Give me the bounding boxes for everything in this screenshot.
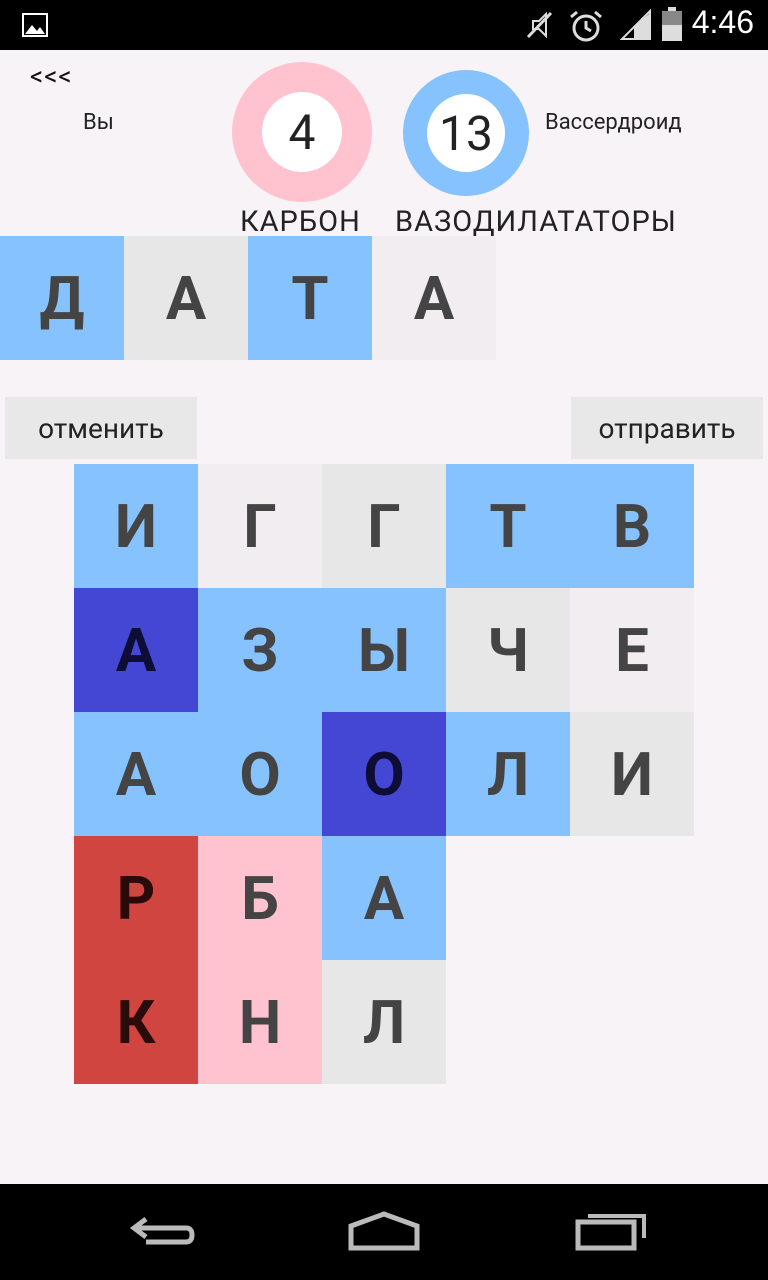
battery-icon xyxy=(662,7,682,41)
board-tile[interactable]: Л xyxy=(322,960,446,1084)
board-tile[interactable]: Г xyxy=(198,464,322,588)
player-score: 4 xyxy=(262,92,342,172)
board-tile[interactable]: И xyxy=(74,464,198,588)
opponent-score-ring: 13 xyxy=(403,70,529,196)
player-last-word: КАРБОН xyxy=(240,205,361,239)
board-tile[interactable]: З xyxy=(198,588,322,712)
player-name: Вы xyxy=(83,110,114,135)
board-tile[interactable]: Т xyxy=(446,464,570,588)
board-tile[interactable]: Е xyxy=(570,588,694,712)
board-tile[interactable]: Р xyxy=(74,836,198,960)
current-word-tile[interactable]: А xyxy=(372,236,496,360)
board-tile[interactable]: В xyxy=(570,464,694,588)
board-tile[interactable]: Б xyxy=(198,836,322,960)
player-score-ring: 4 xyxy=(232,62,372,202)
current-word-tile[interactable]: Д xyxy=(0,236,124,360)
current-word-tile[interactable]: Т xyxy=(248,236,372,360)
board-tile[interactable]: А xyxy=(74,588,198,712)
opponent-last-word: ВАЗОДИЛАТАТОРЫ xyxy=(395,205,677,239)
submit-button[interactable]: отправить xyxy=(571,397,763,459)
back-icon[interactable] xyxy=(116,1202,206,1262)
alarm-icon xyxy=(570,10,602,42)
signal-icon xyxy=(620,9,651,40)
back-button[interactable]: <<< xyxy=(30,62,73,92)
mute-icon xyxy=(526,11,553,39)
board-tile[interactable]: О xyxy=(322,712,446,836)
opponent-score: 13 xyxy=(427,94,505,172)
board-tile[interactable]: Ы xyxy=(322,588,446,712)
board-tile[interactable]: Н xyxy=(198,960,322,1084)
image-notification-icon xyxy=(22,13,48,37)
board-tile[interactable]: Ч xyxy=(446,588,570,712)
cancel-button[interactable]: отменить xyxy=(5,397,197,459)
status-time: 4:46 xyxy=(691,4,754,40)
board-tile[interactable]: А xyxy=(74,712,198,836)
board-tile[interactable]: А xyxy=(322,836,446,960)
status-bar: 4:46 xyxy=(0,0,768,50)
current-word-tile[interactable]: А xyxy=(124,236,248,360)
board-tile[interactable]: О xyxy=(198,712,322,836)
board-tile[interactable]: Г xyxy=(322,464,446,588)
recents-icon[interactable] xyxy=(566,1202,656,1262)
board-tile[interactable]: Л xyxy=(446,712,570,836)
opponent-name: Вассердроид xyxy=(545,110,682,135)
home-icon[interactable] xyxy=(339,1202,429,1262)
board-tile[interactable]: И xyxy=(570,712,694,836)
navigation-bar xyxy=(0,1184,768,1280)
board-tile[interactable]: К xyxy=(74,960,198,1084)
